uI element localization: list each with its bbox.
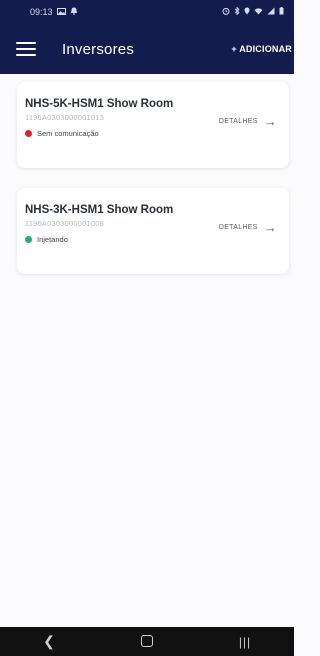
status-right — [222, 6, 284, 17]
details-label: DETALHES — [218, 224, 258, 231]
image-icon — [56, 7, 66, 17]
status-time: 09:13 — [30, 7, 53, 17]
status-text: Sem comunicação — [37, 129, 99, 138]
status-left: 09:13 — [30, 7, 78, 17]
inverter-name: NHS-5K-HSM1 Show Room — [25, 98, 174, 110]
home-icon[interactable] — [127, 634, 167, 650]
status-bar: 09:13 — [0, 0, 294, 24]
recents-icon[interactable]: ||| — [225, 635, 265, 649]
inverter-serial: 1196A0303000001013 — [25, 113, 104, 122]
bluetooth-icon — [234, 6, 240, 17]
status-dot-icon — [25, 130, 32, 137]
details-label: DETALHES — [218, 118, 258, 125]
add-inverter-button[interactable]: + ADICIONAR — [231, 44, 292, 54]
notification-icon — [70, 7, 78, 17]
battery-icon — [279, 7, 284, 17]
inverter-serial: 1196A0303000001008 — [25, 219, 104, 228]
details-button[interactable]: DETALHES → — [219, 221, 277, 234]
details-button[interactable]: DETALHES → — [219, 115, 277, 128]
back-icon[interactable]: ❮ — [29, 633, 69, 650]
inverter-card[interactable]: NHS-5K-HSM1 Show Room 1196A0303000001013… — [17, 82, 289, 168]
status-text: Injetando — [37, 235, 68, 244]
arrow-right-icon: → — [263, 220, 277, 235]
location-icon — [244, 7, 250, 17]
inverter-card[interactable]: NHS-3K-HSM1 Show Room 1196A0303000001008… — [17, 188, 289, 274]
app-bar: Inversores + ADICIONAR — [0, 24, 294, 74]
inverter-status: Injetando — [25, 235, 68, 244]
status-dot-icon — [25, 236, 32, 243]
inverter-status: Sem comunicação — [25, 129, 99, 138]
system-nav-bar: ❮ ||| — [0, 627, 294, 656]
inverter-name: NHS-3K-HSM1 Show Room — [25, 204, 174, 216]
page-title: Inversores — [62, 40, 135, 58]
menu-icon[interactable] — [16, 42, 36, 56]
arrow-right-icon: → — [263, 114, 277, 129]
alarm-icon — [222, 7, 230, 17]
wifi-icon — [254, 7, 263, 17]
signal-icon — [267, 7, 275, 17]
